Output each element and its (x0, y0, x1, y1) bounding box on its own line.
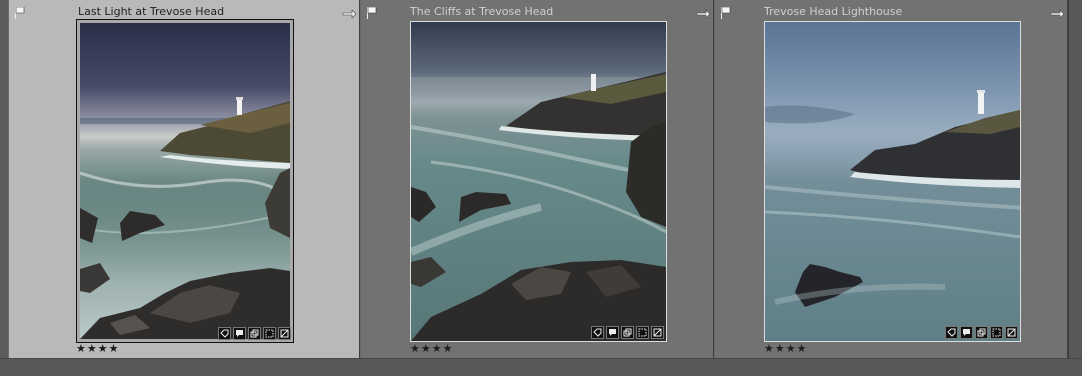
grid-right-edge (1068, 0, 1082, 360)
rotate-icon[interactable] (341, 9, 357, 19)
photo-thumbnail[interactable] (411, 22, 666, 341)
photo-title: Last Light at Trevose Head (78, 5, 225, 18)
metadata-badges (591, 326, 664, 339)
develop-adjust-icon[interactable] (651, 326, 664, 339)
crop-icon[interactable] (990, 326, 1003, 339)
rotate-icon[interactable] (695, 9, 711, 19)
thumbnail-frame[interactable] (410, 21, 667, 342)
grid-cell-1[interactable]: Last Light at Trevose Head ★★★★ (8, 0, 360, 358)
photo-title: Trevose Head Lighthouse (764, 5, 903, 18)
virtual-copy-icon[interactable] (621, 326, 634, 339)
metadata-badges (218, 327, 291, 340)
thumbnail-frame[interactable] (764, 21, 1021, 342)
flag-icon[interactable] (15, 7, 25, 19)
grid-cell-2[interactable]: The Cliffs at Trevose Head ★★★★ (360, 0, 714, 358)
comment-icon[interactable] (960, 326, 973, 339)
metadata-badges (945, 326, 1018, 339)
star-rating[interactable]: ★★★★ (764, 343, 807, 355)
grid-bottom-bar (0, 358, 1082, 376)
comment-icon[interactable] (233, 327, 246, 340)
flag-icon[interactable] (721, 7, 731, 19)
grid-cell-3[interactable]: Trevose Head Lighthouse ★★★★ (714, 0, 1068, 358)
crop-icon[interactable] (263, 327, 276, 340)
develop-adjust-icon[interactable] (278, 327, 291, 340)
flag-icon[interactable] (367, 7, 377, 19)
develop-adjust-icon[interactable] (1005, 326, 1018, 339)
rotate-icon[interactable] (1049, 9, 1065, 19)
crop-icon[interactable] (636, 326, 649, 339)
thumbnail-frame[interactable] (76, 19, 294, 343)
keyword-tag-icon[interactable] (591, 326, 604, 339)
virtual-copy-icon[interactable] (975, 326, 988, 339)
comment-icon[interactable] (606, 326, 619, 339)
star-rating[interactable]: ★★★★ (410, 343, 453, 355)
photo-title: The Cliffs at Trevose Head (410, 5, 554, 18)
photo-thumbnail[interactable] (765, 22, 1020, 341)
keyword-tag-icon[interactable] (218, 327, 231, 340)
star-rating[interactable]: ★★★★ (76, 343, 119, 355)
keyword-tag-icon[interactable] (945, 326, 958, 339)
photo-thumbnail[interactable] (80, 23, 290, 339)
virtual-copy-icon[interactable] (248, 327, 261, 340)
